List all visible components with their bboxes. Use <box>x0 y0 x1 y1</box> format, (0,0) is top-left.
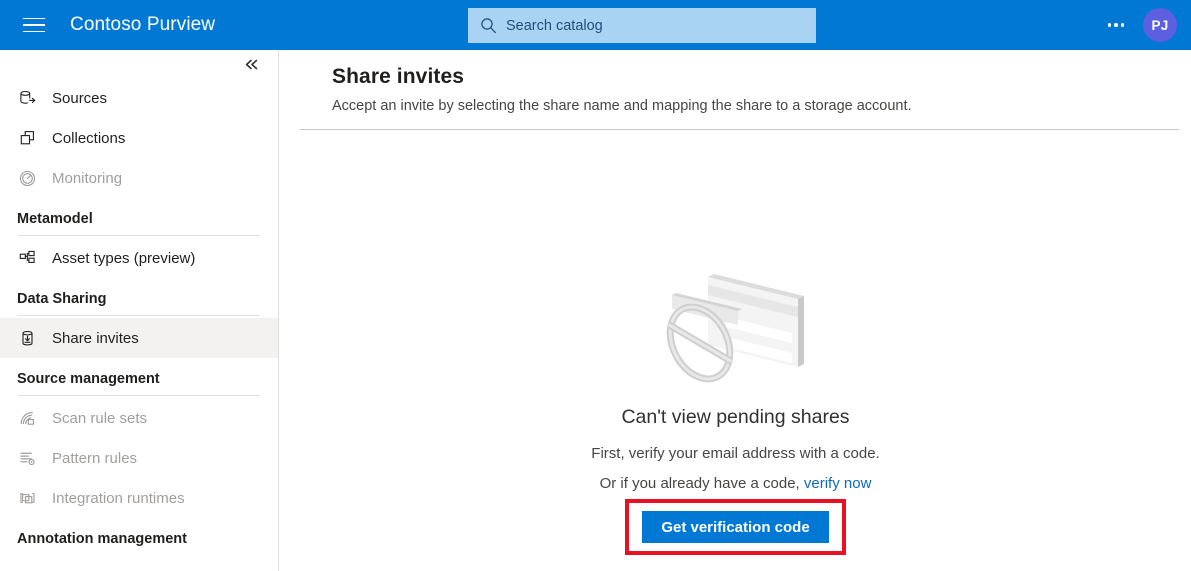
top-navigation-bar: Contoso Purview PJ <box>0 0 1191 50</box>
left-sidebar: Sources Collections Monitoring Metamodel… <box>0 50 279 571</box>
sidebar-item-label: Monitoring <box>52 169 123 187</box>
share-invites-icon <box>17 328 38 349</box>
sidebar-item-label: Asset types (preview) <box>52 249 196 267</box>
sidebar-item-scan-rule-sets[interactable]: Scan rule sets <box>0 398 278 438</box>
get-verification-code-button[interactable]: Get verification code <box>642 511 829 543</box>
hamburger-menu-icon[interactable] <box>12 0 56 50</box>
sidebar-section-annotation-management: Annotation management <box>17 531 187 547</box>
empty-state-line2: Or if you already have a code, verify no… <box>600 475 872 492</box>
sidebar-item-share-invites[interactable]: Share invites <box>0 318 278 358</box>
gauge-icon <box>17 168 38 189</box>
page-title: Share invites <box>332 65 465 88</box>
sidebar-item-label: Pattern rules <box>52 449 138 467</box>
purview-app: Contoso Purview PJ <box>0 0 1191 571</box>
page-subtitle: Accept an invite by selecting the share … <box>332 98 912 114</box>
sidebar-divider <box>18 315 260 316</box>
sidebar-item-integration-runtimes[interactable]: Integration runtimes <box>0 478 278 518</box>
sidebar-section-data-sharing: Data Sharing <box>17 291 107 307</box>
database-arrow-icon <box>17 88 38 109</box>
chevron-double-left-icon[interactable] <box>238 53 264 75</box>
main-content: Share invites Accept an invite by select… <box>280 50 1191 571</box>
ellipsis-dot <box>1120 23 1125 27</box>
ellipsis-dot <box>1107 23 1112 27</box>
sidebar-divider <box>18 395 260 396</box>
asset-types-icon <box>17 248 38 269</box>
more-options-icon[interactable] <box>1099 8 1133 42</box>
hamburger-line <box>23 24 45 26</box>
sidebar-section-source-management: Source management <box>17 371 160 387</box>
empty-state-title: Can't view pending shares <box>621 406 850 428</box>
search-icon <box>480 17 497 34</box>
sidebar-item-label: Scan rule sets <box>52 409 148 427</box>
sidebar-item-label: Sources <box>52 89 108 107</box>
sidebar-item-label: Share invites <box>52 329 139 347</box>
search-input[interactable] <box>506 8 786 43</box>
scan-rule-sets-icon <box>17 408 38 429</box>
sidebar-item-asset-types[interactable]: Asset types (preview) <box>0 238 278 278</box>
blocked-card-illustration <box>666 274 804 383</box>
sidebar-item-label: Integration runtimes <box>52 489 185 507</box>
collections-icon <box>17 128 38 149</box>
topbar-right-actions: PJ <box>1099 0 1191 50</box>
user-avatar[interactable]: PJ <box>1143 8 1177 42</box>
sidebar-section-metamodel: Metamodel <box>17 211 93 227</box>
sidebar-divider <box>18 235 260 236</box>
sidebar-collapse-row <box>0 50 278 78</box>
sidebar-item-monitoring[interactable]: Monitoring <box>0 158 278 198</box>
sidebar-item-label: Collections <box>52 129 126 147</box>
empty-state-line2-prefix: Or if you already have a code, <box>599 475 804 492</box>
cta-container: Get verification code <box>625 499 846 555</box>
search-catalog-box[interactable] <box>468 8 816 43</box>
verify-now-link[interactable]: verify now <box>804 475 872 492</box>
integration-runtimes-icon <box>17 488 38 509</box>
sidebar-item-sources[interactable]: Sources <box>0 78 278 118</box>
empty-state-line1: First, verify your email address with a … <box>591 445 880 462</box>
sidebar-item-collections[interactable]: Collections <box>0 118 278 158</box>
sidebar-item-pattern-rules[interactable]: Pattern rules <box>0 438 278 478</box>
app-brand-title: Contoso Purview <box>70 14 216 35</box>
header-divider <box>300 129 1179 130</box>
empty-state: Can't view pending shares First, verify … <box>280 255 1191 555</box>
page-header: Share invites Accept an invite by select… <box>280 50 1191 114</box>
pattern-rules-icon <box>17 448 38 469</box>
hamburger-line <box>23 17 45 20</box>
ellipsis-dot <box>1114 23 1118 27</box>
hamburger-line <box>23 30 45 33</box>
